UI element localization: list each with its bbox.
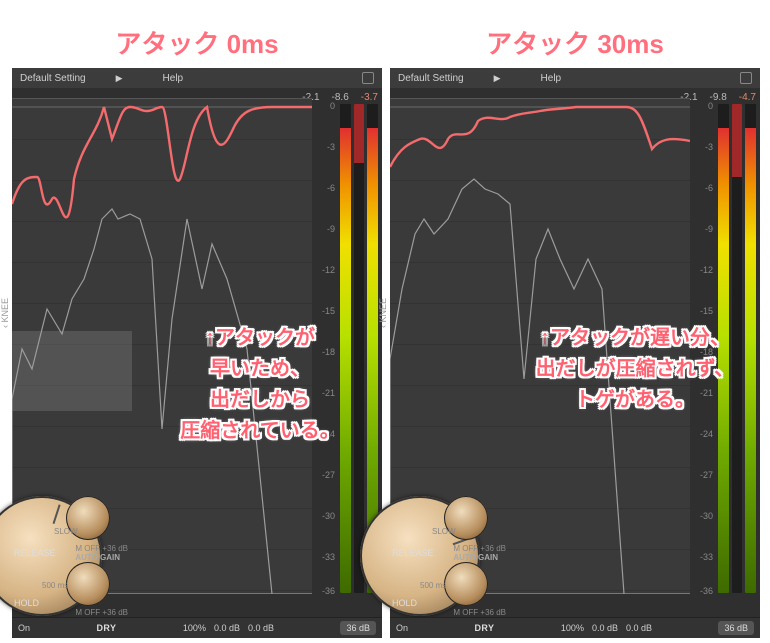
peak-c: -3.7	[361, 92, 378, 103]
db-scale: 0 -3 -6 -9 -12 -15 -18 -21 -24 -27 -30 -…	[315, 98, 335, 593]
db-readout-2: 0.0 dB	[248, 623, 274, 633]
hold-label: HOLD	[14, 598, 39, 608]
meter-left	[718, 104, 729, 593]
knob-cluster: M OFF +36 dB AUTO GAIN M OFF +36 dB RELE…	[12, 486, 152, 616]
meter-right	[745, 104, 756, 593]
db-scale: 0 -3 -6 -9 -12 -15 -18 -21 -24 -27 -30 -…	[693, 98, 713, 593]
status-bar: On DRY 100% 0.0 dB 0.0 dB 36 dB	[390, 617, 760, 638]
db-readout-1: 0.0 dB	[592, 623, 618, 633]
hold-label: HOLD	[392, 598, 417, 608]
slow-label: SLOW	[54, 527, 78, 536]
expand-icon[interactable]	[362, 72, 374, 84]
on-button[interactable]: On	[396, 623, 408, 633]
makeup-knob[interactable]	[444, 562, 488, 606]
auto-gain-label: M OFF +36 dB AUTO GAIN	[75, 544, 128, 562]
plugin-panel-right: Default Setting ▶ Help -2.1 -9.8 -4.7 0 …	[390, 68, 760, 638]
help-button[interactable]: Help	[541, 73, 562, 84]
mix-pct[interactable]: 100%	[183, 623, 206, 633]
dry-label: DRY	[474, 623, 494, 633]
play-icon[interactable]: ▶	[116, 73, 123, 84]
title-left: アタック 0ms	[12, 24, 382, 61]
slow-label: SLOW	[432, 527, 456, 536]
meter-gr	[354, 104, 365, 593]
gr-curve	[12, 107, 312, 217]
gr-curve	[390, 107, 690, 167]
expand-icon[interactable]	[740, 72, 752, 84]
peak-readouts: -2.1 -8.6 -3.7	[302, 92, 378, 103]
status-bar: On DRY 100% 0.0 dB 0.0 dB 36 dB	[12, 617, 382, 638]
topbar: Default Setting ▶ Help	[12, 68, 382, 88]
meter-gr	[732, 104, 743, 593]
preset-name[interactable]: Default Setting	[20, 73, 86, 84]
auto-gain-label: M OFF +36 dB AUTO GAIN	[453, 544, 506, 562]
makeup-range-label: M OFF +36 dB	[453, 608, 506, 617]
output-meters	[718, 104, 756, 593]
ms-label: 500 ms	[420, 581, 446, 590]
peak-c: -4.7	[739, 92, 756, 103]
knee-label: ‹ KNEE	[378, 298, 388, 328]
makeup-range-label: M OFF +36 dB	[75, 608, 128, 617]
preset-name[interactable]: Default Setting	[398, 73, 464, 84]
release-label: RELEASE	[392, 548, 434, 558]
on-button[interactable]: On	[18, 623, 30, 633]
db-readout-2: 0.0 dB	[626, 623, 652, 633]
knee-label: ‹ KNEE	[0, 298, 10, 328]
dry-label: DRY	[96, 623, 116, 633]
noise-region	[12, 331, 132, 411]
mix-pct[interactable]: 100%	[561, 623, 584, 633]
range-badge[interactable]: 36 dB	[718, 621, 754, 635]
plugin-panel-left: Default Setting ▶ Help -2.1 -8.6 -3.7	[12, 68, 382, 638]
title-right: アタック 30ms	[390, 24, 760, 61]
meter-left	[340, 104, 351, 593]
db-readout-1: 0.0 dB	[214, 623, 240, 633]
topbar: Default Setting ▶ Help	[390, 68, 760, 88]
range-badge[interactable]: 36 dB	[340, 621, 376, 635]
peak-readouts: -2.1 -9.8 -4.7	[680, 92, 756, 103]
play-icon[interactable]: ▶	[494, 73, 501, 84]
help-button[interactable]: Help	[163, 73, 184, 84]
ms-label: 500 ms	[42, 581, 68, 590]
release-label: RELEASE	[14, 548, 56, 558]
knob-cluster: M OFF +36 dB AUTO GAIN M OFF +36 dB RELE…	[390, 486, 530, 616]
makeup-knob[interactable]	[66, 562, 110, 606]
